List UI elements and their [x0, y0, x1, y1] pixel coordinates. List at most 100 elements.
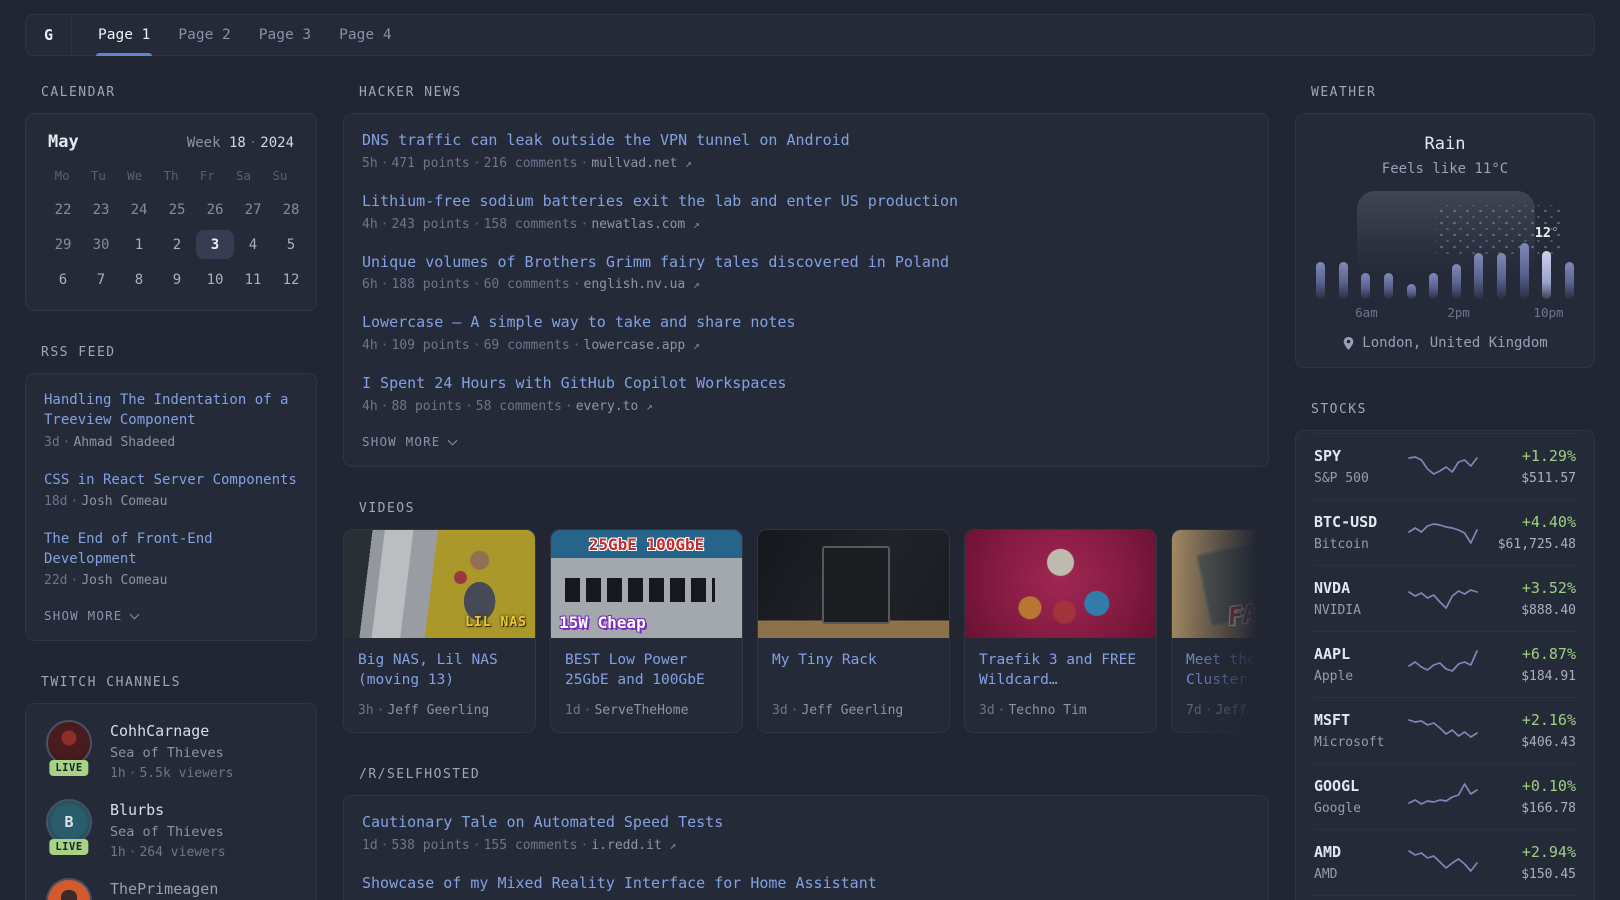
calendar-day: 2 [158, 230, 196, 259]
twitch-channel-row[interactable]: B LIVE Blurbs Sea of Thieves 1h·264 view… [44, 799, 298, 860]
video-card-body: BEST Low Power 25GbE and 100GbE Switch… … [551, 638, 742, 732]
page-tab[interactable]: Page 3 [257, 15, 313, 55]
reddit-item-title[interactable]: Cautionary Tale on Automated Speed Tests [362, 812, 1250, 834]
rss-item-title[interactable]: Handling The Indentation of a Treeview C… [44, 390, 298, 431]
weather-location: London, United Kingdom [1314, 335, 1576, 351]
twitch-viewers-meta: 1h·5.5k viewers [110, 766, 233, 781]
stock-row[interactable]: NVDA NVIDIA +3.52% $888.40 [1314, 565, 1576, 631]
stock-identity: NVDA NVIDIA [1314, 579, 1406, 618]
reddit-section-title[interactable]: /R/SELFHOSTED [359, 767, 1269, 782]
video-card[interactable]: My Tiny Rack 3d·Jeff Geerling [757, 529, 950, 733]
reddit-item-domain[interactable]: i.redd.it [591, 838, 661, 853]
video-card-body: Big NAS, Lil NAS (moving 13) 3h·Jeff Gee… [344, 638, 535, 732]
video-thumbnail[interactable]: LIL NAS [344, 530, 535, 638]
stock-row[interactable]: MSFT Microsoft +2.16% $406.43 [1314, 697, 1576, 763]
stock-sparkline-wrap [1406, 780, 1480, 814]
hacker-news-card: DNS traffic can leak outside the VPN tun… [343, 113, 1269, 467]
page-tab[interactable]: Page 1 [96, 15, 152, 55]
hn-item-domain[interactable]: newatlas.com [591, 217, 685, 232]
stock-sparkline-chart [1406, 582, 1480, 616]
twitch-channel-row[interactable]: LIVE ThePrimeagen · [44, 878, 298, 900]
stock-row[interactable]: GOOGL Google +0.10% $166.78 [1314, 763, 1576, 829]
calendar-day: 8 [120, 265, 158, 294]
stock-change-percent: +0.10% [1480, 777, 1576, 795]
twitch-channel-info: ThePrimeagen · [110, 878, 218, 900]
rss-item-meta: 18d·Josh Comeau [44, 494, 298, 509]
video-channel[interactable]: Techno Tim [1008, 703, 1086, 718]
reddit-item-title[interactable]: Showcase of my Mixed Reality Interface f… [362, 873, 1250, 895]
stock-row[interactable]: BTC-USD Bitcoin +4.40% $61,725.48 [1314, 499, 1576, 565]
twitch-channel-info: CohhCarnage Sea of Thieves 1h·5.5k viewe… [110, 720, 233, 781]
rss-item-title[interactable]: CSS in React Server Components [44, 470, 298, 490]
hn-item-domain[interactable]: mullvad.net [591, 156, 677, 171]
stock-ticker: BTC-USD [1314, 513, 1406, 531]
hn-item-title[interactable]: I Spent 24 Hours with GitHub Copilot Wor… [362, 373, 1250, 395]
twitch-card: LIVE CohhCarnage Sea of Thieves 1h·5.5k … [25, 703, 317, 900]
video-meta: 1d·ServeTheHome [565, 703, 728, 718]
hn-item-domain[interactable]: lowercase.app [584, 338, 686, 353]
weather-bars [1316, 203, 1574, 299]
dot-separator: · [473, 338, 481, 353]
rss-card: Handling The Indentation of a Treeview C… [25, 373, 317, 641]
video-card[interactable]: 25GbE 100GbE15W Cheap BEST Low Power 25G… [550, 529, 743, 733]
hn-show-more-button[interactable]: SHOW MORE [362, 434, 456, 449]
stock-values: +6.87% $184.91 [1480, 645, 1576, 684]
rss-show-more-button[interactable]: SHOW MORE [44, 608, 138, 623]
stock-row[interactable]: AAPL Apple +6.87% $184.91 [1314, 631, 1576, 697]
video-card[interactable]: LIL NAS Big NAS, Lil NAS (moving 13) 3h·… [343, 529, 536, 733]
video-thumbnail[interactable] [758, 530, 949, 638]
twitch-widget: TWITCH CHANNELS LIVE CohhCarnage [25, 675, 317, 900]
video-title[interactable]: BEST Low Power 25GbE and 100GbE Switch… [565, 650, 728, 694]
video-meta: 3h·Jeff Geerling [358, 703, 521, 718]
rss-item-title[interactable]: The End of Front-End Development [44, 529, 298, 570]
live-badge: LIVE [49, 760, 88, 776]
hn-item-meta: 4h·88 points·58 comments·every.to ↗ [362, 399, 1250, 414]
hn-item: Lowercase – A simple way to take and sha… [362, 312, 1250, 353]
calendar-day: 6 [44, 265, 82, 294]
stock-values: +0.10% $166.78 [1480, 777, 1576, 816]
video-title[interactable]: Big NAS, Lil NAS (moving 13) [358, 650, 521, 694]
hn-item-title[interactable]: Lithium-free sodium batteries exit the l… [362, 191, 1250, 213]
stock-ticker: AMD [1314, 843, 1406, 861]
stock-ticker: GOOGL [1314, 777, 1406, 795]
thumbnail-text: LIL NAS [465, 615, 527, 630]
stock-row[interactable]: SPY S&P 500 +1.29% $511.57 [1314, 433, 1576, 499]
video-thumbnail[interactable]: 25GbE 100GbE15W Cheap [551, 530, 742, 638]
hn-item-domain[interactable]: every.to [576, 399, 639, 414]
calendar-widget: CALENDAR May Week 18·2024 MoTuWeThFrSaSu… [25, 85, 317, 311]
video-channel[interactable]: ServeTheHome [594, 703, 688, 718]
stock-sparkline-wrap [1406, 516, 1480, 550]
weather-bar [1520, 243, 1529, 299]
stock-company-name: S&P 500 [1314, 471, 1406, 486]
hn-item-domain[interactable]: english.nv.ua [584, 277, 686, 292]
video-thumbnail[interactable] [965, 530, 1156, 638]
dot-separator: · [63, 435, 71, 450]
stock-identity: BTC-USD Bitcoin [1314, 513, 1406, 552]
hn-item-title[interactable]: Unique volumes of Brothers Grimm fairy t… [362, 252, 1250, 274]
twitch-channel-row[interactable]: LIVE CohhCarnage Sea of Thieves 1h·5.5k … [44, 720, 298, 781]
stock-row[interactable]: AMD AMD +2.94% $150.45 [1314, 829, 1576, 895]
stock-company-name: Apple [1314, 669, 1406, 684]
video-card[interactable]: Traefik 3 and FREE Wildcard… 3d·Techno T… [964, 529, 1157, 733]
calendar-day: 22 [44, 195, 82, 224]
stock-row[interactable]: RDDT -1.65% [1314, 895, 1576, 900]
page-tab[interactable]: Page 4 [337, 15, 393, 55]
videos-section-title[interactable]: VIDEOS [359, 501, 1269, 516]
video-title[interactable]: Traefik 3 and FREE Wildcard… [979, 650, 1142, 694]
left-column: CALENDAR May Week 18·2024 MoTuWeThFrSaSu… [25, 85, 317, 900]
video-channel[interactable]: Jeff Geerling [801, 703, 903, 718]
weather-bar [1429, 273, 1438, 299]
video-title[interactable]: My Tiny Rack [772, 650, 935, 694]
dot-separator: · [581, 156, 589, 171]
weather-section-title: WEATHER [1311, 85, 1595, 100]
video-channel[interactable]: Jeff Geerling [387, 703, 489, 718]
video-meta: 3d·Jeff Geerling [772, 703, 935, 718]
hacker-news-section-title[interactable]: HACKER NEWS [359, 85, 1269, 100]
page-tab[interactable]: Page 2 [176, 15, 232, 55]
hn-item-title[interactable]: Lowercase – A simple way to take and sha… [362, 312, 1250, 334]
hn-item-title[interactable]: DNS traffic can leak outside the VPN tun… [362, 130, 1250, 152]
app-logo[interactable]: G [26, 15, 72, 55]
stock-price: $888.40 [1480, 603, 1576, 618]
hn-item-meta: 6h·188 points·60 comments·english.nv.ua … [362, 277, 1250, 292]
dashboard-columns: CALENDAR May Week 18·2024 MoTuWeThFrSaSu… [0, 56, 1620, 900]
